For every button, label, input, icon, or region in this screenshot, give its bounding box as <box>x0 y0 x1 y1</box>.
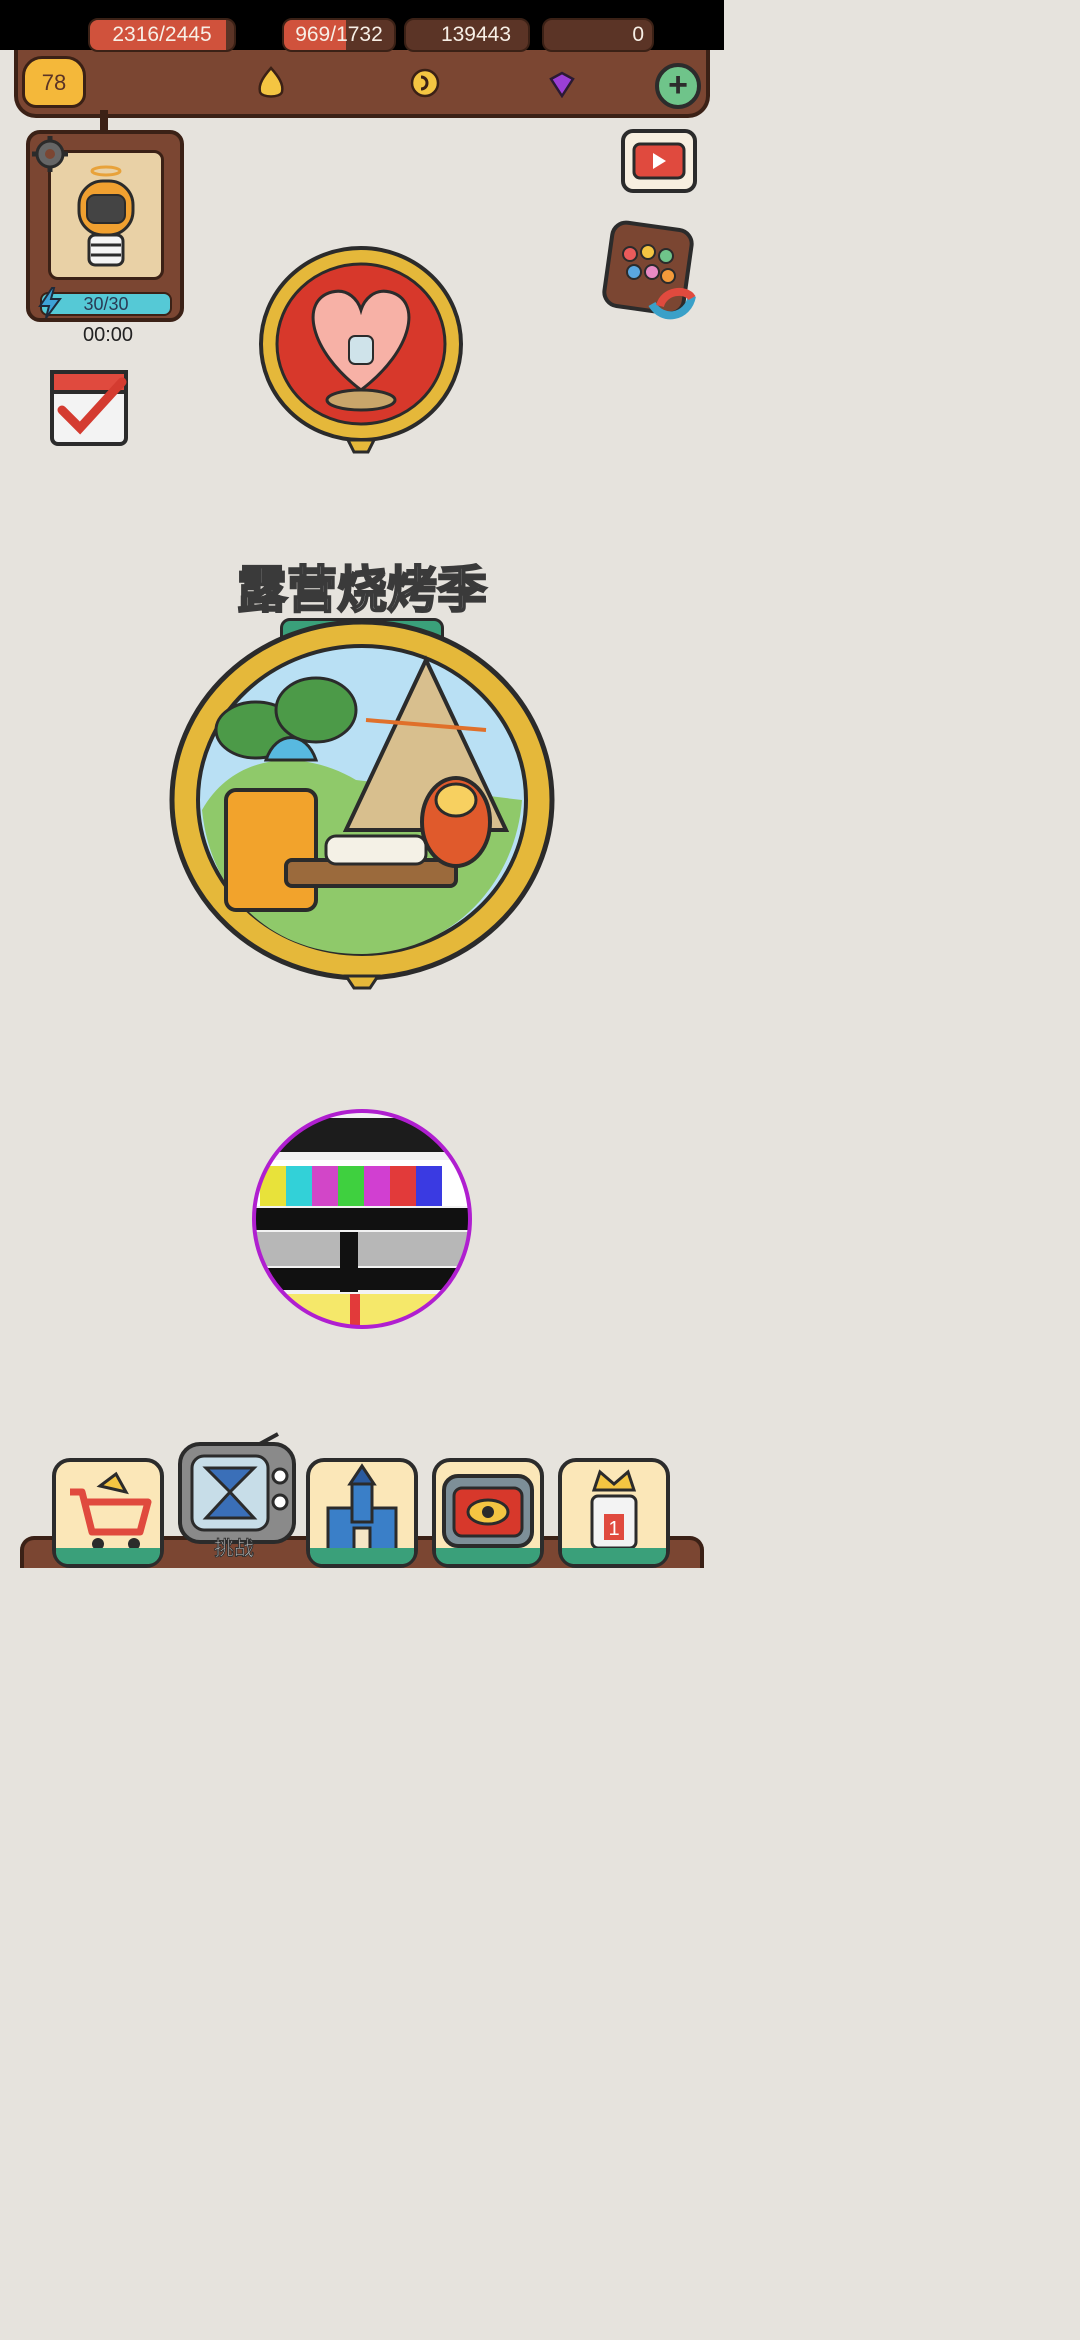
gear-icon[interactable] <box>28 132 72 176</box>
nav-ranking-stripe <box>562 1548 666 1564</box>
nav-castle-stripe <box>310 1548 414 1564</box>
energy-value: 30/30 <box>83 294 129 314</box>
profile-panel[interactable]: 30/30 <box>26 130 184 322</box>
camping-stage-medallion[interactable] <box>156 600 568 990</box>
coin-icon <box>410 68 440 98</box>
food-bar: 969/1732 <box>282 18 396 52</box>
gacha-machine-icon[interactable] <box>600 218 700 328</box>
castle-icon <box>326 1463 398 1552</box>
nav-shop-stripe <box>56 1548 160 1564</box>
video-ad-icon[interactable] <box>620 128 698 194</box>
exp-bar: 2316/2445 <box>88 18 236 52</box>
nav-shop-button[interactable] <box>52 1458 164 1568</box>
level-value: 78 <box>41 70 67 95</box>
energy-timer: 00:00 <box>82 324 134 346</box>
nav-tv-monster-stripe <box>436 1548 540 1564</box>
locked-stage-glitch-medallion[interactable] <box>250 1108 474 1330</box>
svg-text:1: 1 <box>608 1518 619 1540</box>
level-badge[interactable]: 78 <box>22 56 86 108</box>
eye-tv-icon <box>442 1474 534 1548</box>
coin-bar: 139443 <box>404 18 530 52</box>
exp-value: 2316/2445 <box>112 23 212 46</box>
hourglass-tv-icon <box>178 1432 296 1544</box>
food-value: 969/1732 <box>295 23 383 46</box>
add-currency-button[interactable]: + <box>655 63 701 109</box>
nav-ranking-button[interactable]: 1 <box>558 1458 670 1568</box>
calendar-check-icon[interactable] <box>42 358 136 450</box>
gem-bar: 0 <box>542 18 654 52</box>
heart-stage-medallion[interactable] <box>248 240 474 456</box>
trophy-podium-icon: 1 <box>590 1469 638 1550</box>
coin-value: 139443 <box>440 23 512 46</box>
lightning-icon <box>38 287 62 319</box>
nav-castle-button[interactable] <box>306 1458 418 1568</box>
nav-tv-monster-button[interactable] <box>432 1458 544 1568</box>
shopping-cart-icon <box>70 1471 152 1550</box>
gem-value: 0 <box>632 23 644 46</box>
gem-icon <box>549 71 575 98</box>
food-icon <box>258 66 284 98</box>
nav-challenge-label: 挑战 <box>214 1536 255 1561</box>
resource-bar <box>14 50 710 118</box>
